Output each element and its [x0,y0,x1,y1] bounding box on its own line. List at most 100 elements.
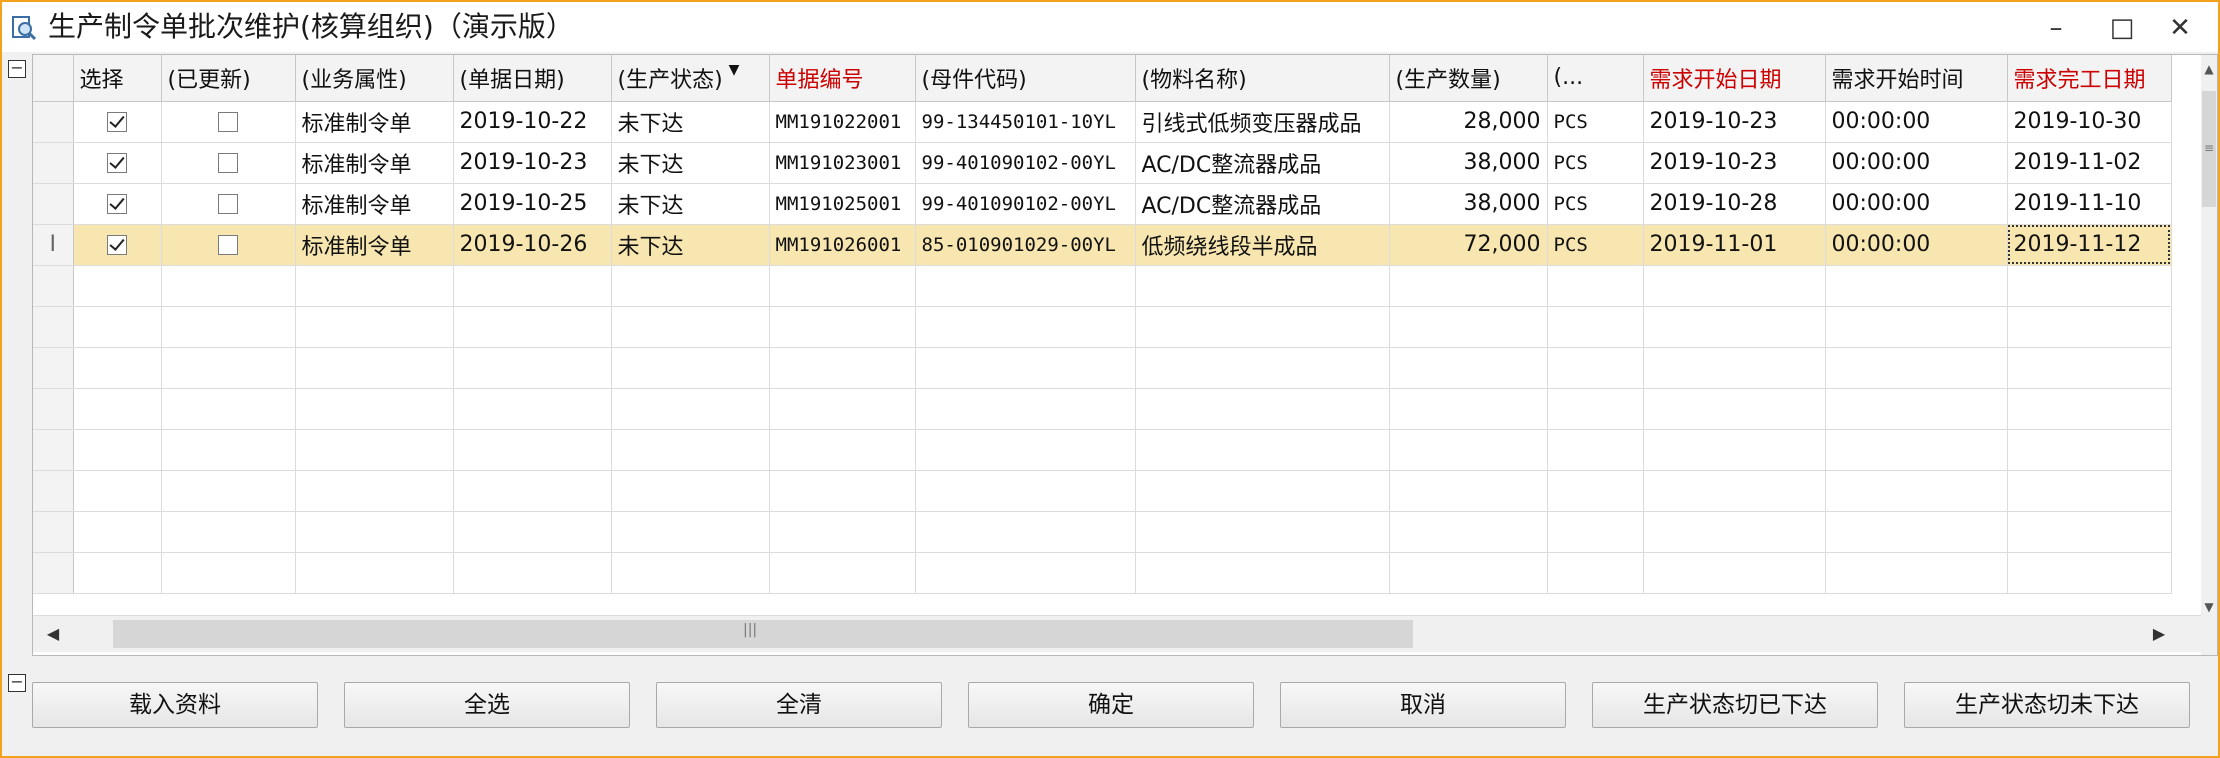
col-header-start-time[interactable]: 需求开始时间 [1825,55,2008,102]
current-row-marker[interactable]: I [33,224,74,266]
doc-date-cell[interactable]: 2019-10-23 [453,142,612,184]
unit-cell[interactable]: PCS [1547,142,1644,184]
row-header[interactable] [33,142,74,184]
select-checkbox[interactable] [107,235,127,255]
collapse-grid-toggle[interactable]: − [8,60,26,78]
material-name-cell[interactable]: 引线式低频变压器成品 [1135,101,1390,143]
updated-cell[interactable] [161,142,296,184]
start-time-cell[interactable]: 00:00:00 [1825,224,2008,266]
select-checkbox[interactable] [107,153,127,173]
business-type-cell[interactable]: 标准制令单 [295,224,454,266]
col-header-material-name[interactable]: (物料名称) [1135,55,1390,102]
confirm-button[interactable]: 确定 [968,682,1254,728]
unit-cell[interactable]: PCS [1547,224,1644,266]
doc-number-cell[interactable]: MM191022001 [769,101,916,143]
set-status-released-button[interactable]: 生产状态切已下达 [1592,682,1878,728]
updated-checkbox[interactable] [218,153,238,173]
doc-number-cell[interactable]: MM191025001 [769,183,916,225]
col-header-updated[interactable]: (已更新) [161,55,296,102]
parent-code-cell[interactable]: 99-401090102-00YL [915,142,1136,184]
finish-date-cell-focused[interactable]: 2019-11-12 [2007,224,2172,266]
close-button[interactable]: ✕ [2152,8,2208,48]
status-cell[interactable]: 未下达 [611,142,770,184]
parent-code-cell[interactable]: 99-134450101-10YL [915,101,1136,143]
status-cell[interactable]: 未下达 [611,224,770,266]
status-cell[interactable]: 未下达 [611,183,770,225]
col-header-doc-date[interactable]: (单据日期) [453,55,612,102]
load-data-button[interactable]: 载入资料 [32,682,318,728]
select-cell[interactable] [73,224,162,266]
cancel-button[interactable]: 取消 [1280,682,1566,728]
col-header-production-status[interactable]: (生产状态) ▼ [611,55,770,102]
doc-number-cell[interactable]: MM191023001 [769,142,916,184]
start-date-cell[interactable]: 2019-11-01 [1643,224,1826,266]
unit-cell[interactable]: PCS [1547,183,1644,225]
parent-code-cell[interactable]: 85-010901029-00YL [915,224,1136,266]
doc-date-cell[interactable]: 2019-10-22 [453,101,612,143]
quantity-cell[interactable]: 38,000 [1389,183,1548,225]
unit-cell[interactable]: PCS [1547,101,1644,143]
parent-code-cell[interactable]: 99-401090102-00YL [915,183,1136,225]
start-date-cell[interactable]: 2019-10-23 [1643,142,1826,184]
collapse-buttons-toggle[interactable]: − [8,674,26,692]
start-time-cell[interactable]: 00:00:00 [1825,101,2008,143]
select-checkbox[interactable] [107,112,127,132]
updated-cell[interactable] [161,224,296,266]
select-cell[interactable] [73,183,162,225]
table-row[interactable]: 标准制令单 2019-10-23 未下达 MM191023001 99-4010… [33,142,2172,184]
doc-date-cell[interactable]: 2019-10-25 [453,183,612,225]
finish-date-cell[interactable]: 2019-10-30 [2007,101,2172,143]
set-status-unreleased-button[interactable]: 生产状态切未下达 [1904,682,2190,728]
status-cell[interactable]: 未下达 [611,101,770,143]
select-all-button[interactable]: 全选 [344,682,630,728]
horizontal-scrollbar[interactable]: ◀ ||| ▶ [33,615,2201,652]
updated-checkbox[interactable] [218,194,238,214]
row-header[interactable] [33,183,74,225]
business-type-cell[interactable]: 标准制令单 [295,101,454,143]
select-checkbox[interactable] [107,194,127,214]
table-row[interactable]: 标准制令单 2019-10-22 未下达 MM191022001 99-1344… [33,101,2172,143]
scroll-right-icon[interactable]: ▶ [2147,622,2171,646]
col-header-quantity[interactable]: (生产数量) [1389,55,1548,102]
doc-number-cell[interactable]: MM191026001 [769,224,916,266]
col-header-parent-code[interactable]: (母件代码) [915,55,1136,102]
maximize-button[interactable]: □ [2094,8,2150,48]
material-name-cell[interactable]: AC/DC整流器成品 [1135,142,1390,184]
doc-date-cell[interactable]: 2019-10-26 [453,224,612,266]
updated-checkbox[interactable] [218,235,238,255]
vertical-scrollbar[interactable]: ▲ ≡ ▼ [2201,55,2217,655]
col-header-business-type[interactable]: (业务属性) [295,55,454,102]
material-name-cell[interactable]: AC/DC整流器成品 [1135,183,1390,225]
updated-cell[interactable] [161,101,296,143]
filter-icon[interactable]: ▼ [729,62,740,78]
minimize-button[interactable]: – [2028,8,2084,48]
horizontal-scroll-thumb[interactable] [113,620,1413,648]
col-header-doc-number[interactable]: 单据编号 [769,55,916,102]
start-date-cell[interactable]: 2019-10-28 [1643,183,1826,225]
quantity-cell[interactable]: 38,000 [1389,142,1548,184]
updated-cell[interactable] [161,183,296,225]
col-header-finish-date[interactable]: 需求完工日期 [2007,55,2172,102]
scroll-left-icon[interactable]: ◀ [41,622,65,646]
start-date-cell[interactable]: 2019-10-23 [1643,101,1826,143]
select-cell[interactable] [73,101,162,143]
business-type-cell[interactable]: 标准制令单 [295,183,454,225]
select-cell[interactable] [73,142,162,184]
table-row-selected[interactable]: I 标准制令单 2019-10-26 未下达 MM191026001 85-01… [33,224,2172,266]
finish-date-cell[interactable]: 2019-11-02 [2007,142,2172,184]
col-header-start-date[interactable]: 需求开始日期 [1643,55,1826,102]
start-time-cell[interactable]: 00:00:00 [1825,183,2008,225]
updated-checkbox[interactable] [218,112,238,132]
business-type-cell[interactable]: 标准制令单 [295,142,454,184]
start-time-cell[interactable]: 00:00:00 [1825,142,2008,184]
clear-all-button[interactable]: 全清 [656,682,942,728]
finish-date-cell[interactable]: 2019-11-10 [2007,183,2172,225]
scroll-up-icon[interactable]: ▲ [2201,57,2217,81]
row-header[interactable] [33,101,74,143]
quantity-cell[interactable]: 28,000 [1389,101,1548,143]
table-row[interactable]: 标准制令单 2019-10-25 未下达 MM191025001 99-4010… [33,183,2172,225]
quantity-cell[interactable]: 72,000 [1389,224,1548,266]
col-header-select[interactable]: 选择 [73,55,162,102]
col-header-unit[interactable]: (... [1547,55,1644,102]
scroll-down-icon[interactable]: ▼ [2201,595,2217,619]
